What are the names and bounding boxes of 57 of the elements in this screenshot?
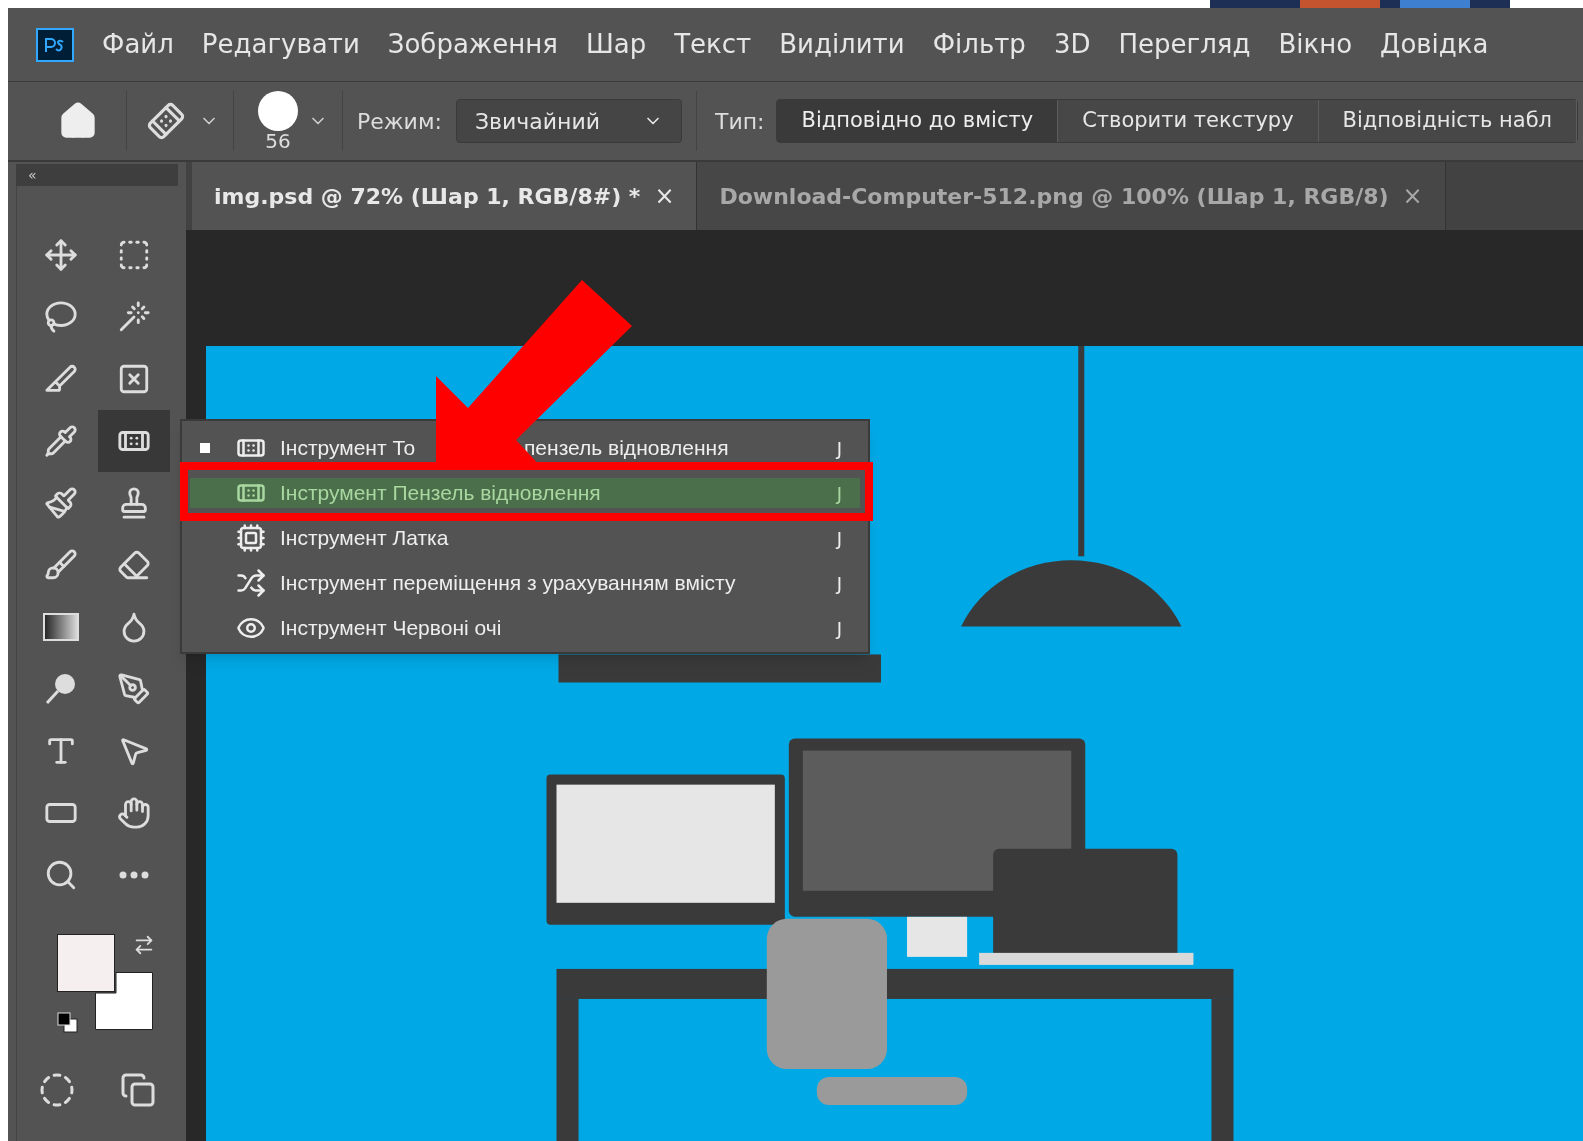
menu-item[interactable]: Виділити [779,25,905,64]
more-icon [118,871,149,879]
item-label[interactable]: Інструмент То [280,436,416,460]
type-option[interactable]: Створити текстуру [1058,100,1319,142]
quick-mask-icon[interactable] [39,1072,76,1108]
hand-icon [116,796,151,830]
shortcut-label: J [836,571,842,596]
shortcut-label: J [836,436,842,461]
move-icon [44,238,79,272]
swap-arrow-icon[interactable] [133,934,155,956]
close-icon[interactable]: × [654,178,675,214]
eyedropper-icon [44,424,79,458]
item-label[interactable]: Інструмент Пензель відновлення [280,481,601,505]
item-label[interactable]: Інструмент переміщення з урахуванням вмісту [280,571,736,595]
item-label[interactable]: Інструмент Червоні очі [280,616,502,640]
crossing-arrows-icon [236,568,266,598]
menu-item[interactable]: Фільтр [932,25,1026,64]
document-tab[interactable]: Download-Computer-512.png @ 100% (Шар 1, RGB/8) × [697,162,1446,230]
menu-item[interactable]: Редагувати [201,25,360,64]
menu-item[interactable]: 3D [1053,25,1091,64]
tool-button[interactable] [97,410,170,472]
type-label: Тип: [714,107,765,136]
brush-preview-icon[interactable] [258,91,298,131]
brush-icon [44,486,79,520]
menu-item[interactable]: Текст [674,25,752,64]
shortcut-label: J [836,616,842,641]
menu-item[interactable]: Зображення [387,25,558,64]
foreground-color-swatch[interactable] [57,934,115,992]
type-option[interactable]: Відповідність набл [1318,100,1578,142]
gradient-icon [43,613,80,641]
mode-dropdown[interactable]: Звичайний [455,99,682,143]
menu-item[interactable]: Довідка [1380,25,1489,64]
tab-title: Download-Computer-512.png @ 100% (Шар 1, RGB/8) [719,182,1389,211]
mode-label: Режим: [357,107,442,136]
lasso-icon [44,300,79,334]
menu-item[interactable]: Файл [102,25,174,64]
eraser-icon [116,548,151,582]
home-icon[interactable] [58,101,98,141]
flyout-item[interactable]: Інструмент Пензель відновлення J [190,478,860,508]
screen-mode-icon[interactable] [119,1072,156,1108]
brush-size: 56 [265,131,291,151]
type-option[interactable]: Відповідно до вмісту [777,100,1059,142]
menu-item[interactable]: Шар [585,25,647,64]
document-tab[interactable]: img.psd @ 72% (Шар 1, RGB/8#) * × [192,162,698,230]
app-logo[interactable] [36,27,74,62]
pen-icon [116,672,151,706]
close-icon[interactable]: × [1402,178,1423,214]
default-colors-icon[interactable] [57,1012,79,1034]
item-label[interactable]: Інструмент Латка [280,526,449,550]
collapse-button[interactable]: « [28,168,37,182]
shortcut-label: J [836,481,842,506]
menu-item[interactable]: Перегляд [1118,25,1251,64]
tab-title: img.psd @ 72% (Шар 1, RGB/8#) * [214,182,641,211]
history-brush-icon [44,548,79,582]
item-label[interactable]: пензель відновлення [524,432,729,464]
shortcut-label: J [836,526,842,551]
menu-item[interactable]: Вікно [1278,25,1353,64]
